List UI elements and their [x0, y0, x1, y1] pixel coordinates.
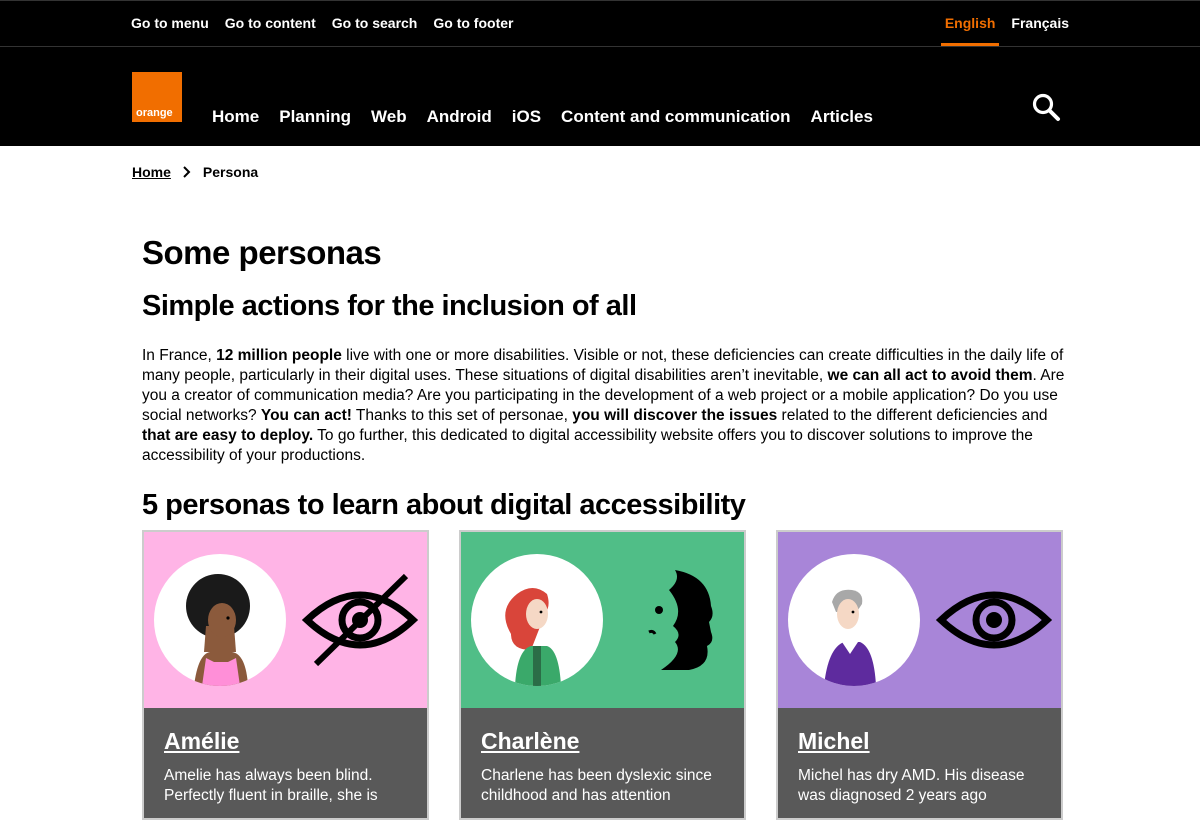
avatar — [788, 554, 920, 686]
breadcrumb: Home Persona — [132, 164, 258, 180]
page-title: Some personas — [142, 234, 382, 271]
main-nav: Home Planning Web Android iOS Content an… — [212, 107, 873, 127]
avatar — [471, 554, 603, 686]
search-icon — [1032, 93, 1060, 121]
skip-links-bar: Go to menu Go to content Go to search Go… — [0, 0, 1200, 47]
main-content: Some personas Simple actions for the inc… — [142, 230, 1064, 525]
language-french-link[interactable]: Français — [1011, 15, 1069, 31]
skip-to-footer-link[interactable]: Go to footer — [433, 15, 513, 31]
eye-slash-icon — [302, 573, 418, 667]
persona-illustration-amelie — [186, 574, 250, 686]
persona-name[interactable]: Charlène — [481, 728, 579, 755]
breadcrumb-current: Persona — [202, 164, 259, 180]
nav-content-communication[interactable]: Content and communication — [561, 107, 791, 127]
personas-section-title: 5 personas to learn about digital access… — [142, 489, 746, 521]
nav-android[interactable]: Android — [427, 107, 492, 127]
intro-bold-2: we can all act to avoid them — [827, 367, 1033, 384]
nav-web[interactable]: Web — [371, 107, 407, 127]
persona-card-charlene[interactable]: Charlène Charlene has been dyslexic sinc… — [459, 530, 746, 820]
persona-name[interactable]: Amélie — [164, 728, 239, 755]
site-header: orange Home Planning Web Android iOS Con… — [0, 46, 1200, 146]
persona-name[interactable]: Michel — [798, 728, 870, 755]
persona-illustration-michel — [824, 589, 876, 686]
skip-to-search-link[interactable]: Go to search — [332, 15, 418, 31]
persona-illustration-charlene — [505, 588, 561, 686]
face-profile-icon — [648, 570, 713, 670]
intro-text-1: In France, — [142, 347, 217, 364]
nav-articles[interactable]: Articles — [811, 107, 873, 127]
intro-text-4: Thanks to this set of personae, — [351, 407, 573, 424]
persona-visual — [461, 532, 744, 708]
nav-home[interactable]: Home — [212, 107, 259, 127]
intro-text-5: related to the different deficiencies an… — [777, 407, 1048, 424]
persona-visual — [144, 532, 427, 708]
skip-links: Go to menu Go to content Go to search Go… — [131, 15, 513, 31]
persona-visual — [778, 532, 1061, 708]
avatar — [154, 554, 286, 686]
page-subtitle: Simple actions for the inclusion of all — [142, 290, 637, 322]
nav-ios[interactable]: iOS — [512, 107, 541, 127]
intro-bold-3: You can act! — [260, 407, 352, 424]
skip-to-menu-link[interactable]: Go to menu — [131, 15, 209, 31]
eye-icon — [936, 591, 1052, 649]
intro-bold-1: 12 million people — [216, 347, 342, 364]
chevron-right-icon — [183, 166, 191, 178]
breadcrumb-home-link[interactable]: Home — [132, 164, 171, 180]
persona-card-michel[interactable]: Michel Michel has dry AMD. His disease w… — [776, 530, 1063, 820]
persona-card-amelie[interactable]: Amélie Amelie has always been blind. Per… — [142, 530, 429, 820]
search-button[interactable] — [1030, 91, 1062, 123]
nav-planning[interactable]: Planning — [279, 107, 351, 127]
persona-description: Charlene has been dyslexic since childho… — [481, 767, 712, 804]
orange-logo[interactable]: orange — [132, 72, 182, 122]
persona-description: Michel has dry AMD. His disease was diag… — [798, 767, 1025, 804]
intro-paragraph: In France, 12 million people live with o… — [142, 346, 1067, 466]
intro-bold-5: that are easy to deploy. — [142, 427, 314, 444]
language-english-link[interactable]: English — [940, 15, 999, 47]
logo-text: orange — [136, 107, 173, 119]
persona-description: Amelie has always been blind. Perfectly … — [164, 767, 378, 804]
skip-to-content-link[interactable]: Go to content — [225, 15, 316, 31]
intro-bold-4: you will discover the issues — [572, 407, 778, 424]
language-switcher: English Français — [940, 15, 1069, 47]
persona-cards: Amélie Amelie has always been blind. Per… — [142, 530, 1063, 820]
